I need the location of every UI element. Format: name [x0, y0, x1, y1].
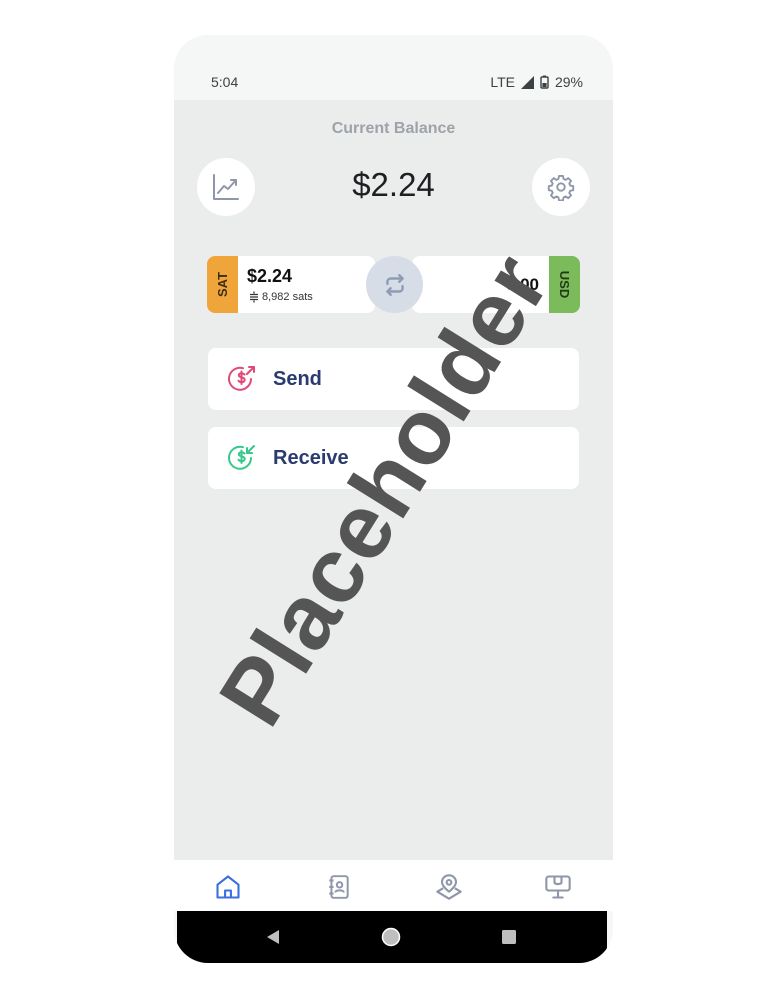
sats-value: 8,982 sats [262, 291, 313, 303]
screen-root: 5:04 LTE 29% Current Balance $2.24 SAT $… [0, 0, 770, 1001]
home-circle-icon [381, 927, 401, 947]
system-recents-button[interactable] [499, 927, 519, 947]
home-icon [216, 875, 240, 899]
map-pin-icon [436, 874, 462, 900]
learn-display-icon [545, 875, 571, 899]
system-back-button[interactable] [263, 927, 283, 947]
sat-card[interactable]: SAT $2.24 8,982 sats [207, 256, 375, 313]
sat-tab: SAT [207, 256, 238, 313]
nav-home[interactable] [213, 872, 243, 902]
settings-button[interactable] [532, 158, 590, 216]
nav-learn[interactable] [543, 872, 573, 902]
send-money-icon [228, 366, 255, 391]
send-label: Send [273, 368, 322, 390]
bottom-nav [174, 860, 613, 911]
system-nav-bar [177, 911, 607, 963]
bitcoin-sats-icon [250, 291, 258, 303]
status-bar: 5:04 LTE 29% [174, 35, 613, 100]
balance-title: Current Balance [331, 120, 456, 137]
nav-contacts[interactable] [324, 872, 354, 902]
sat-tab-label: SAT [214, 271, 230, 298]
nav-map[interactable] [434, 872, 464, 902]
sat-sub: 8,982 sats [249, 291, 313, 303]
status-indicators: LTE 29% [490, 74, 583, 90]
network-label: LTE [490, 74, 515, 90]
receive-money-icon [228, 445, 255, 470]
battery-percent: 29% [554, 74, 583, 90]
signal-icon [520, 75, 534, 89]
contacts-book-icon [329, 875, 349, 899]
swap-icon [385, 273, 404, 296]
battery-icon [540, 75, 549, 89]
sat-amount: $2.24 [247, 266, 293, 286]
swap-currency-button[interactable] [366, 256, 423, 313]
status-time: 5:04 [211, 74, 239, 90]
recents-square-icon [502, 930, 516, 944]
back-triangle-icon [267, 930, 279, 944]
system-home-button[interactable] [381, 927, 401, 947]
gear-icon [547, 174, 575, 201]
